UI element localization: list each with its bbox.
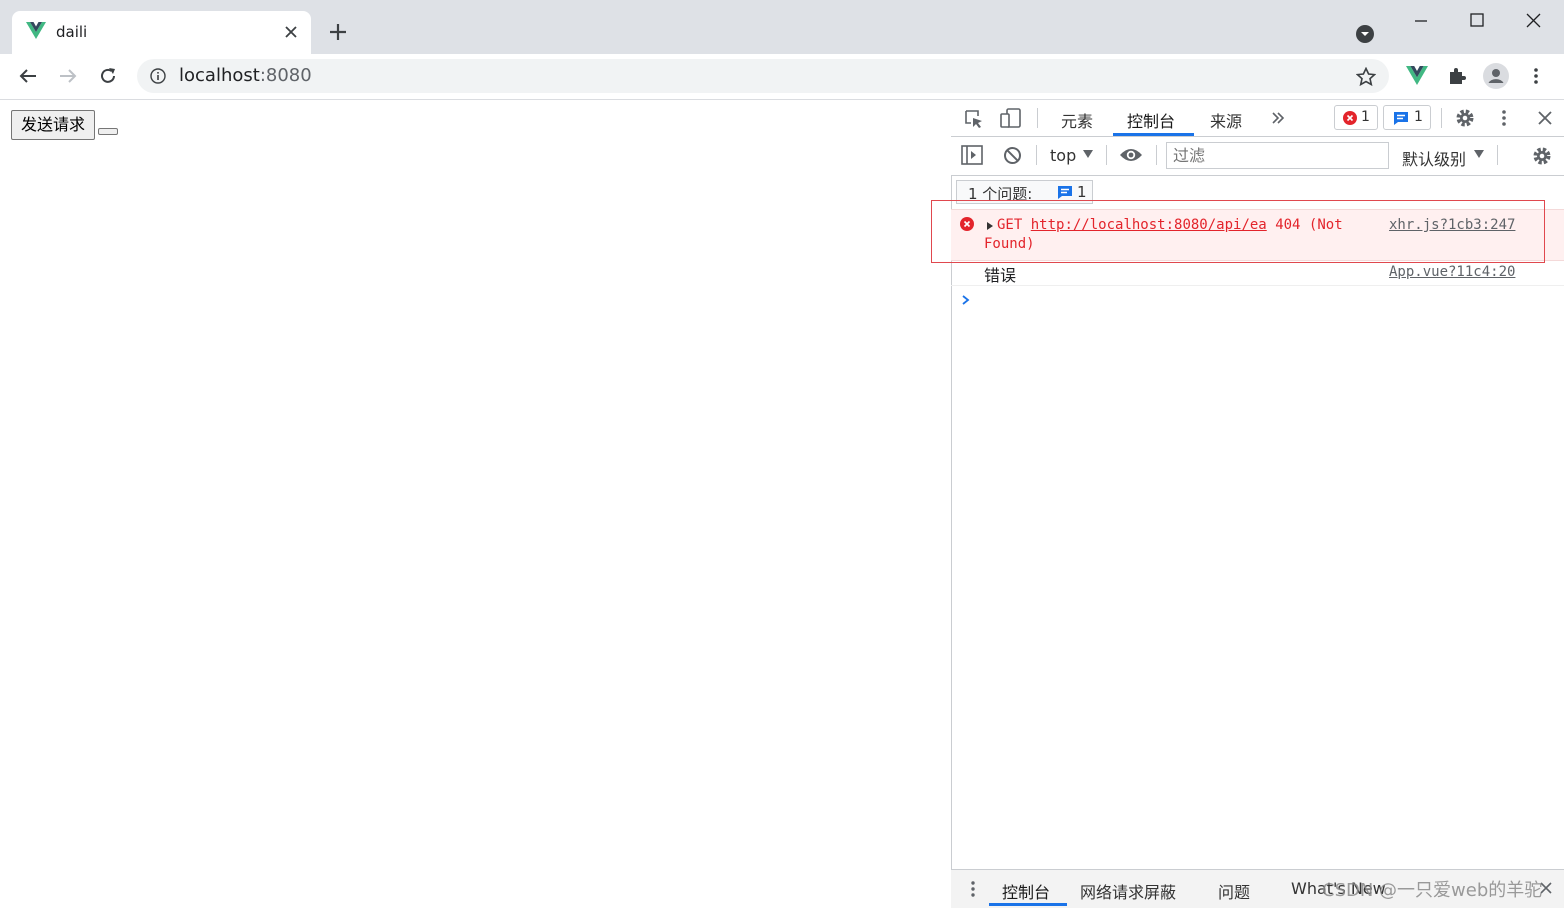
toolbar-divider (1106, 145, 1107, 165)
console-settings-gear-icon[interactable] (1531, 145, 1553, 167)
sidebar-toggle-icon[interactable] (961, 145, 983, 165)
active-tab-indicator (1113, 133, 1194, 136)
drawer-tab-issues[interactable]: 问题 (1218, 879, 1250, 903)
send-request-button[interactable]: 发送请求 (11, 110, 96, 140)
close-window-icon[interactable] (1523, 10, 1545, 32)
error-icon (1343, 111, 1357, 125)
address-bar[interactable] (137, 59, 1389, 93)
toolbar-divider (1441, 108, 1442, 128)
settings-gear-icon[interactable] (1454, 107, 1476, 129)
back-icon[interactable] (18, 66, 38, 86)
reload-icon[interactable] (98, 66, 118, 86)
watermark-text: CSDN @一只爱web的羊驼 (1322, 880, 1543, 901)
tab-sources[interactable]: 来源 (1210, 108, 1242, 132)
issues-count: 1 (1077, 183, 1087, 201)
maximize-icon[interactable] (1466, 10, 1488, 32)
tab-search-icon[interactable] (1356, 25, 1374, 43)
log-level-dropdown[interactable]: 默认级别 (1402, 146, 1466, 170)
profile-avatar-icon[interactable] (1483, 63, 1509, 89)
inspect-element-icon[interactable] (963, 108, 985, 130)
drawer-tab-console[interactable]: 控制台 (1002, 879, 1050, 903)
toolbar-divider (1036, 145, 1037, 165)
close-tab-icon[interactable] (283, 24, 299, 40)
vue-logo-icon (26, 22, 46, 40)
tab-console[interactable]: 控制台 (1127, 108, 1175, 132)
drawer-tab-request-blocking[interactable]: 网络请求屏蔽 (1080, 879, 1176, 903)
close-devtools-icon[interactable] (1536, 109, 1554, 127)
annotation-highlight-box (931, 200, 1545, 263)
tab-elements[interactable]: 元素 (1061, 108, 1093, 132)
bookmark-star-icon[interactable] (1356, 67, 1376, 87)
message-icon (1393, 111, 1409, 126)
toolbar-divider (1497, 145, 1498, 165)
dropdown-arrow-icon (1082, 149, 1094, 159)
browser-tab[interactable]: daili (12, 11, 311, 54)
devtools-menu-icon[interactable] (1496, 108, 1512, 128)
filter-input[interactable] (1166, 142, 1389, 169)
forward-icon[interactable] (58, 66, 78, 86)
active-drawer-tab-indicator (989, 903, 1067, 906)
tab-title: daili (56, 23, 88, 41)
toolbar-divider (1037, 108, 1038, 128)
url-host: localhost (179, 65, 260, 86)
vue-devtools-extension-icon[interactable] (1406, 66, 1428, 86)
live-expression-eye-icon[interactable] (1119, 147, 1143, 163)
toolbar-divider (1156, 145, 1157, 165)
more-tabs-chevron-icon[interactable] (1270, 110, 1286, 126)
device-toolbar-icon[interactable] (999, 107, 1023, 129)
browser-menu-icon[interactable] (1528, 66, 1544, 86)
empty-button[interactable] (98, 128, 118, 135)
error-count: 1 (1361, 109, 1370, 125)
minimize-icon[interactable] (1410, 10, 1432, 32)
site-info-icon[interactable] (150, 68, 166, 84)
log-message-text: 错误 (984, 266, 1017, 285)
message-count-badge[interactable]: 1 (1383, 105, 1431, 130)
context-label: top (1050, 146, 1077, 165)
message-count: 1 (1414, 109, 1423, 125)
new-tab-icon[interactable] (328, 22, 348, 42)
drawer-menu-icon[interactable] (966, 879, 980, 899)
context-selector[interactable]: top (1050, 146, 1076, 165)
url-port: :8080 (259, 65, 312, 86)
log-source-link[interactable]: App.vue?11c4:20 (1389, 264, 1515, 280)
console-prompt-chevron-icon[interactable] (961, 294, 971, 306)
dropdown-arrow-icon (1473, 149, 1485, 159)
extensions-puzzle-icon[interactable] (1447, 66, 1467, 86)
message-icon (1057, 185, 1073, 200)
error-count-badge[interactable]: 1 (1334, 105, 1378, 130)
clear-console-icon[interactable] (1003, 146, 1022, 165)
url-text[interactable]: localhost:8080 (179, 65, 312, 86)
